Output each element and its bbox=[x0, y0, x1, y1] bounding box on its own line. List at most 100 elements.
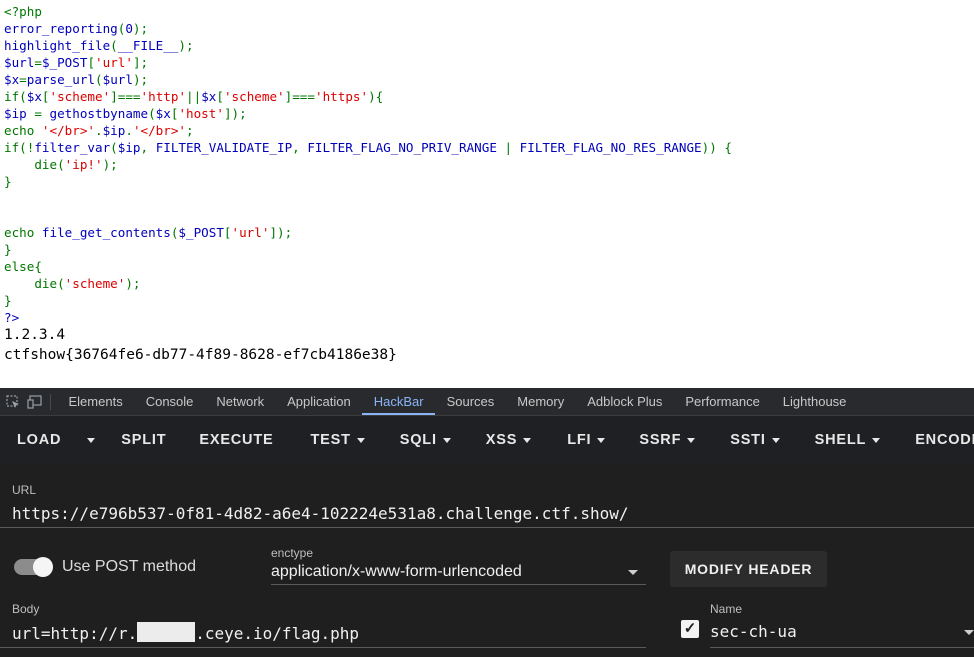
chevron-down-icon[interactable] bbox=[964, 630, 974, 635]
chevron-down-icon bbox=[771, 438, 780, 443]
php-source-code: <?php error_reporting(0); highlight_file… bbox=[0, 0, 974, 326]
code-token: 'ip!' bbox=[64, 157, 103, 172]
code-token: 'scheme' bbox=[49, 89, 111, 104]
code-token: gethostbyname bbox=[49, 106, 149, 121]
code-token: } bbox=[4, 242, 12, 257]
code-token: ); bbox=[132, 21, 149, 36]
code-token: [ bbox=[87, 55, 96, 70]
code-line: die('scheme'); bbox=[4, 276, 141, 291]
xss-menu-label: XSS bbox=[485, 432, 518, 448]
ssti-menu-button[interactable]: SSTI bbox=[712, 416, 797, 464]
tab-console[interactable]: Console bbox=[134, 388, 205, 415]
code-token: ?> bbox=[4, 310, 20, 325]
test-menu-label: TEST bbox=[310, 432, 351, 448]
code-line: die('ip!'); bbox=[4, 157, 117, 172]
code-token: ]; bbox=[132, 55, 149, 70]
code-token: } bbox=[4, 174, 12, 189]
tab-network[interactable]: Network bbox=[205, 388, 276, 415]
code-token: $x bbox=[201, 89, 217, 104]
encoding-menu-label: ENCODING bbox=[915, 432, 974, 448]
xss-menu-button[interactable]: XSS bbox=[469, 416, 549, 464]
code-line: highlight_file(__FILE__); bbox=[4, 38, 194, 53]
header-enabled-checkbox[interactable]: ✓ bbox=[681, 620, 699, 638]
enctype-label: enctype bbox=[271, 546, 314, 560]
enctype-select[interactable]: application/x-www-form-urlencoded bbox=[271, 563, 522, 581]
code-token: parse_url bbox=[26, 72, 96, 87]
ssrf-menu-button[interactable]: SSRF bbox=[623, 416, 712, 464]
tab-adblock-plus[interactable]: Adblock Plus bbox=[576, 388, 674, 415]
devtools-tab-bar: Elements Console Network Application HackBar… bbox=[0, 388, 974, 416]
code-token: $ip bbox=[4, 106, 27, 121]
header-name-input[interactable]: sec-ch-ua bbox=[710, 622, 797, 641]
tab-performance[interactable]: Performance bbox=[674, 388, 771, 415]
code-token: die( bbox=[4, 276, 65, 291]
chevron-down-icon[interactable] bbox=[628, 570, 638, 575]
code-token: error_reporting bbox=[4, 21, 118, 36]
body-value-suffix: .ceye.io/flag.php bbox=[195, 624, 359, 643]
code-token: FILTER_FLAG_NO_PRIV_RANGE bbox=[307, 140, 497, 155]
body-input[interactable]: url=http://r. .ceye.io/flag.php bbox=[12, 622, 359, 643]
chevron-down-icon bbox=[356, 438, 365, 443]
code-line: if($x['scheme']==='http'||$x['scheme']==… bbox=[4, 89, 383, 104]
chevron-down-icon bbox=[442, 438, 451, 443]
sqli-menu-button[interactable]: SQLI bbox=[383, 416, 469, 464]
code-token: $_POST bbox=[178, 225, 224, 240]
code-token: ( bbox=[110, 38, 118, 53]
code-token: echo bbox=[4, 123, 42, 138]
code-token: if(! bbox=[4, 140, 35, 155]
url-input[interactable]: https://e796b537-0f81-4d82-a6e4-102224e5… bbox=[12, 504, 629, 523]
enctype-underline bbox=[271, 584, 646, 585]
shell-menu-button[interactable]: SHELL bbox=[798, 416, 899, 464]
hackbar-form: URL https://e796b537-0f81-4d82-a6e4-1022… bbox=[0, 464, 974, 657]
tab-hackbar[interactable]: HackBar bbox=[362, 388, 436, 415]
post-method-toggle[interactable] bbox=[14, 557, 53, 577]
test-menu-button[interactable]: TEST bbox=[294, 416, 382, 464]
encoding-menu-button[interactable]: ENCODING bbox=[898, 416, 974, 464]
modify-header-button[interactable]: MODIFY HEADER bbox=[670, 551, 827, 587]
code-token: [ bbox=[216, 89, 224, 104]
chevron-down-icon bbox=[872, 438, 881, 443]
code-token: = bbox=[26, 106, 50, 121]
inspect-element-icon[interactable] bbox=[2, 388, 24, 415]
tab-memory[interactable]: Memory bbox=[506, 388, 576, 415]
code-line: } bbox=[4, 174, 12, 189]
code-token: ){ bbox=[368, 89, 384, 104]
code-token: if( bbox=[4, 89, 27, 104]
code-token: ); bbox=[125, 276, 141, 291]
load-label: LOAD bbox=[17, 432, 62, 448]
code-token: = bbox=[34, 55, 42, 70]
url-underline bbox=[0, 527, 974, 528]
body-value-prefix: url=http://r. bbox=[12, 624, 138, 643]
code-token: . bbox=[125, 123, 133, 138]
code-token: die( bbox=[4, 157, 65, 172]
code-token: 'scheme' bbox=[223, 89, 285, 104]
tab-divider bbox=[50, 393, 51, 410]
sqli-menu-label: SQLI bbox=[399, 432, 437, 448]
tab-lighthouse[interactable]: Lighthouse bbox=[771, 388, 858, 415]
load-button[interactable]: LOAD bbox=[0, 416, 77, 464]
load-dropdown-icon[interactable] bbox=[77, 416, 103, 464]
code-token: $ip bbox=[102, 123, 126, 138]
lfi-menu-button[interactable]: LFI bbox=[549, 416, 623, 464]
split-button[interactable]: SPLIT bbox=[103, 416, 185, 464]
code-token: highlight_file bbox=[4, 38, 111, 53]
code-line: $url=$_POST['url']; bbox=[4, 55, 148, 70]
code-token: ); bbox=[178, 38, 194, 53]
code-token: 'url' bbox=[95, 55, 133, 70]
code-token: | bbox=[496, 140, 520, 155]
execute-button[interactable]: EXECUTE bbox=[185, 416, 294, 464]
code-line: } bbox=[4, 242, 12, 257]
code-token: ( bbox=[148, 106, 156, 121]
code-line: $x=parse_url($url); bbox=[4, 72, 148, 87]
code-token: ( bbox=[95, 72, 103, 87]
device-toolbar-icon[interactable] bbox=[24, 388, 46, 415]
code-token: , bbox=[292, 140, 308, 155]
code-token: 'http' bbox=[140, 89, 187, 104]
tab-sources[interactable]: Sources bbox=[435, 388, 506, 415]
code-token: 'scheme' bbox=[64, 276, 126, 291]
tab-application[interactable]: Application bbox=[276, 388, 363, 415]
code-token: $ip bbox=[117, 140, 141, 155]
tab-elements[interactable]: Elements bbox=[57, 388, 134, 415]
code-token: 'url' bbox=[231, 225, 270, 240]
code-token: ); bbox=[132, 72, 149, 87]
